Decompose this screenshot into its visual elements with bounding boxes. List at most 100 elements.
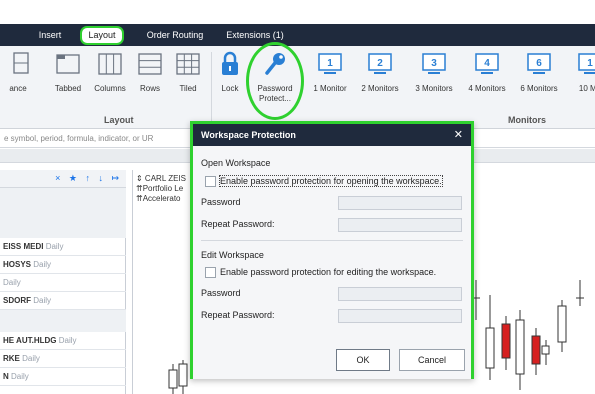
watchlist-toolbar: × ★ ↑ ↓ ↦ [0,170,126,188]
watchlist-panel: × ★ ↑ ↓ ↦ EISS MEDI Daily HOSYS Daily Da… [0,170,126,394]
chart-info-panel: ⇕ CARL ZEIS ⇈Portfolio Le ⇈Accelerato [132,170,188,394]
checkbox-box[interactable] [205,176,216,187]
monitor-3-label: 3 Monitors [415,84,453,93]
edit-workspace-label: Edit Workspace [201,250,264,260]
symbol-name: HE AUT.HLDG [3,336,57,345]
edit-protection-label: Enable password protection for editing t… [220,267,437,277]
symbol-period: Daily [33,296,52,305]
app-window: Insert Layout Order Routing Extensions (… [0,0,595,394]
symbol-period: Daily [3,278,21,287]
tiled-layout-icon [176,53,200,75]
close-icon[interactable]: ✕ [454,128,463,142]
columns-layout-icon [98,53,122,75]
list-item[interactable]: HE AUT.HLDG Daily [0,332,126,350]
monitor-icon: 1 [318,53,342,74]
portfolio-item[interactable]: ⇈Portfolio Le [136,184,183,193]
ribbon: ance Tabbed Columns Rows Tiled Lock Pass… [0,42,595,129]
tiled-button[interactable]: Tiled [166,50,210,94]
monitor-4-number: 4 [484,58,490,69]
password-protect-label-line2: Protect... [258,94,291,103]
monitor-4-label: 4 Monitors [468,84,506,93]
tabbed-label: Tabbed [54,84,82,93]
monitor-1-label: 1 Monitor [313,84,347,93]
monitor-10-number: 1 [587,58,593,69]
open-workspace-label: Open Workspace [201,158,271,168]
open-repeat-password-label: Repeat Password: [201,219,275,229]
checkbox-box[interactable] [205,267,216,278]
monitor-6-label: 6 Monitors [520,84,558,93]
lock-icon [222,51,238,75]
symbol-period: Daily [22,354,40,363]
list-item[interactable]: HOSYS Daily [0,256,126,274]
lock-label: Lock [221,84,239,93]
monitor-3-button[interactable]: 3 3 Monitors [410,50,458,94]
symbol-period: Daily [58,336,77,345]
lock-button[interactable]: Lock [210,50,250,94]
tab-layout[interactable]: Layout [80,26,124,45]
candlestick-chart [472,280,584,390]
balance-layout-icon [13,52,29,74]
ok-button[interactable]: OK [336,349,390,371]
tabbed-button[interactable]: Tabbed [46,50,90,94]
edit-password-label: Password [201,288,241,298]
balance-button[interactable]: ance [0,50,40,94]
group-label-layout: Layout [104,115,134,125]
monitor-6-number: 6 [536,58,542,69]
open-password-field[interactable] [338,196,462,210]
monitor-icon: 4 [475,53,499,74]
monitor-4-button[interactable]: 4 4 Monitors [463,50,511,94]
key-icon [265,53,285,75]
list-item[interactable]: Daily [0,274,126,292]
watchlist-spacer [0,188,126,238]
tab-extensions[interactable]: Extensions (1) [218,27,292,44]
monitor-icon: 2 [368,53,392,74]
symbol-period: Daily [45,242,64,251]
tiled-label: Tiled [179,84,197,93]
symbol-period: Daily [11,372,29,381]
tabbed-layout-icon [56,54,80,74]
workspace-protection-dialog: Workspace Protection ✕ Open Workspace En… [190,121,474,379]
columns-label: Columns [94,84,126,93]
edit-repeat-password-label: Repeat Password: [201,310,275,320]
monitor-icon: 3 [422,53,446,74]
symbol-name: SDORF [3,296,31,305]
symbol-period: Daily [33,260,52,269]
search-placeholder: e symbol, period, formula, indicator, or… [4,134,154,143]
password-protect-button[interactable]: Password Protect... [252,50,298,104]
cancel-button[interactable]: Cancel [399,349,465,371]
dialog-title: Workspace Protection [193,124,471,146]
tab-insert[interactable]: Insert [30,27,70,44]
monitor-2-label: 2 Monitors [361,84,399,93]
edit-repeat-password-field[interactable] [338,309,462,323]
monitor-1-button[interactable]: 1 1 Monitor [309,50,351,94]
list-item[interactable]: EISS MEDI Daily [0,238,126,256]
monitor-1-number: 1 [327,58,333,69]
monitor-icon: 1 [578,53,595,74]
symbol-name: EISS MEDI [3,242,44,251]
open-password-label: Password [201,197,241,207]
open-repeat-password-field[interactable] [338,218,462,232]
monitor-icon: 6 [527,53,551,74]
group-label-monitors: Monitors [508,115,546,125]
dialog-body: Open Workspace Enable password protectio… [193,146,471,354]
columns-button[interactable]: Columns [88,50,132,94]
tab-order-routing[interactable]: Order Routing [140,27,210,44]
monitor-2-button[interactable]: 2 2 Monitors [356,50,404,94]
mini-candle-chart [168,360,188,394]
list-item[interactable]: RKE Daily [0,350,126,368]
symbol-name: HOSYS [3,260,32,269]
accelerator-item[interactable]: ⇈Accelerato [136,194,181,203]
list-item[interactable]: SDORF Daily [0,292,126,310]
watchlist-group-gap [0,310,126,332]
rows-layout-icon [138,53,162,75]
list-item[interactable]: N Daily [0,368,126,386]
monitor-6-button[interactable]: 6 6 Monitors [515,50,563,94]
edit-password-field[interactable] [338,287,462,301]
monitor-10-button[interactable]: 1 10 Mo [568,50,595,94]
balance-label: ance [9,84,27,93]
section-divider [201,240,463,241]
chart-symbol-item[interactable]: ⇕ CARL ZEIS [136,174,186,183]
watchlist-tools[interactable]: × ★ ↑ ↓ ↦ [55,173,122,184]
monitor-2-number: 2 [377,58,383,69]
symbol-name: RKE [3,354,20,363]
